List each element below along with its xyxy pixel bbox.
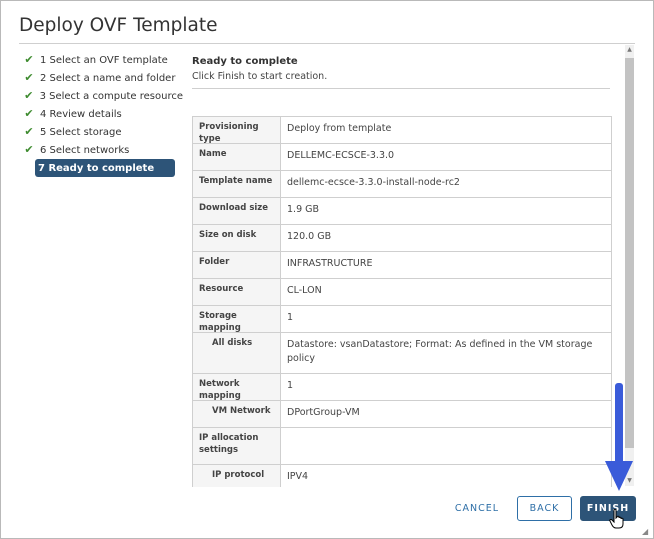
row-key: Template name <box>193 171 281 197</box>
cancel-button[interactable]: CANCEL <box>451 496 503 521</box>
table-row: Template name dellemc-ecsce-3.3.0-instal… <box>193 171 611 198</box>
row-value: DELLEMC-ECSCE-3.3.0 <box>287 150 395 161</box>
header-divider <box>19 43 635 44</box>
checkmark-icon: ✔ <box>24 125 34 138</box>
table-row: Provisioning type Deploy from template <box>193 117 611 144</box>
row-key: Download size <box>193 198 281 224</box>
row-key: Network mapping <box>193 374 281 401</box>
row-value: 1 <box>287 312 294 323</box>
row-value <box>281 428 611 464</box>
back-button[interactable]: BACK <box>517 496 572 521</box>
step-label: 4 Review details <box>40 108 122 120</box>
checkmark-icon: ✔ <box>24 107 34 120</box>
row-value: CL-LON <box>287 285 322 296</box>
row-key: Folder <box>193 252 281 278</box>
row-value: DPortGroup-VM <box>287 407 360 418</box>
wizard-step-3[interactable]: ✔ 3 Select a compute resource <box>23 87 183 105</box>
row-key: Provisioning type <box>193 117 281 144</box>
page-title: Ready to complete <box>192 56 298 67</box>
table-row: Network mapping 1 <box>193 374 611 401</box>
wizard-step-2[interactable]: ✔ 2 Select a name and folder <box>23 69 183 87</box>
wizard-steps: ✔ 1 Select an OVF template ✔ 2 Select a … <box>23 51 183 177</box>
finish-button[interactable]: FINISH <box>580 496 636 521</box>
checkmark-icon: ✔ <box>24 143 34 156</box>
wizard-step-6[interactable]: ✔ 6 Select networks <box>23 141 183 159</box>
checkmark-icon: ✔ <box>24 53 34 66</box>
row-value: Datastore: vsanDatastore; Format: As def… <box>287 339 593 364</box>
wizard-step-4[interactable]: ✔ 4 Review details <box>23 105 183 123</box>
row-value: dellemc-ecsce-3.3.0-install-node-rc2 <box>287 177 460 188</box>
page-subtitle: Click Finish to start creation. <box>192 71 328 82</box>
table-row: Folder INFRASTRUCTURE <box>193 252 611 279</box>
wizard-step-7-active[interactable]: 7 Ready to complete <box>35 159 175 177</box>
step-label: 1 Select an OVF template <box>40 54 168 66</box>
checkmark-icon: ✔ <box>24 89 34 102</box>
row-key: All disks <box>193 333 281 373</box>
row-value: INFRASTRUCTURE <box>287 258 373 269</box>
down-arrow-icon <box>605 383 633 491</box>
table-row: Size on disk 120.0 GB <box>193 225 611 252</box>
row-key: Storage mapping <box>193 306 281 333</box>
table-row: Storage mapping 1 <box>193 306 611 333</box>
step-label: 3 Select a compute resource <box>39 90 183 102</box>
checkmark-icon: ✔ <box>24 71 34 84</box>
wizard-step-5[interactable]: ✔ 5 Select storage <box>23 123 183 141</box>
row-key: IP protocol <box>193 465 281 487</box>
row-value: Deploy from template <box>287 123 392 134</box>
table-row: Name DELLEMC-ECSCE-3.3.0 <box>193 144 611 171</box>
row-value: 1 <box>287 380 294 391</box>
deploy-ovf-dialog: Deploy OVF Template ✔ 1 Select an OVF te… <box>0 0 654 539</box>
table-row: IP allocation settings <box>193 428 611 465</box>
table-row: IP protocol IPV4 <box>193 465 611 487</box>
resize-grip-icon[interactable]: ◢ <box>642 527 648 536</box>
row-key: Name <box>193 144 281 170</box>
table-row: Resource CL-LON <box>193 279 611 306</box>
row-key: IP allocation settings <box>193 428 281 464</box>
row-key: Size on disk <box>193 225 281 251</box>
row-key: Resource <box>193 279 281 305</box>
row-key: VM Network <box>193 401 281 427</box>
step-label: 2 Select a name and folder <box>40 72 176 84</box>
row-value: 120.0 GB <box>287 231 332 242</box>
dialog-title: Deploy OVF Template <box>19 15 218 36</box>
details-table: Provisioning type Deploy from template N… <box>192 116 612 487</box>
table-row: VM Network DPortGroup-VM <box>193 401 611 428</box>
step-label: 5 Select storage <box>40 126 122 138</box>
hand-cursor-icon <box>609 509 624 529</box>
row-value: 1.9 GB <box>287 204 320 215</box>
wizard-step-1[interactable]: ✔ 1 Select an OVF template <box>23 51 183 69</box>
table-row: All disks Datastore: vsanDatastore; Form… <box>193 333 611 374</box>
row-value: IPV4 <box>287 471 309 482</box>
step-label: 7 Ready to complete <box>38 162 155 174</box>
table-row: Download size 1.9 GB <box>193 198 611 225</box>
scroll-up-icon[interactable]: ▲ <box>625 45 634 55</box>
content-divider <box>192 88 610 89</box>
review-panel: Ready to complete Click Finish to start … <box>192 53 622 487</box>
step-label: 6 Select networks <box>40 144 130 156</box>
